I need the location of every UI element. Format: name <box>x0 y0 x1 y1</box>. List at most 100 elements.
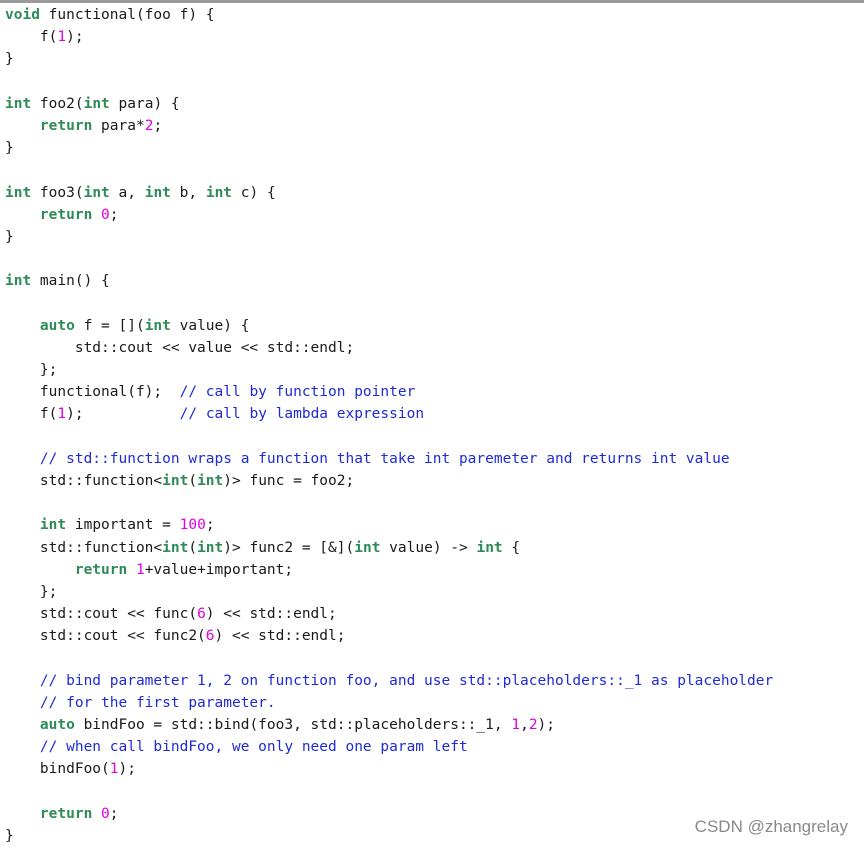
code-line: ​ <box>5 647 855 669</box>
code-line: auto bindFoo = std::bind(foo3, std::plac… <box>5 714 855 736</box>
code-line: }; <box>5 581 855 603</box>
code-text-token: bindFoo( <box>5 761 110 778</box>
code-text-token: ); <box>537 717 556 733</box>
comment-token: // call by lambda expression <box>179 406 425 423</box>
code-text-token: value) { <box>170 317 250 334</box>
code-text-token: )> func = foo2; <box>223 472 355 489</box>
code-text-token: b, <box>170 184 206 201</box>
code-text-token: )> func2 = [&]( <box>223 539 355 556</box>
code-text-token: bindFoo = std::bind(foo3, std::placehold… <box>74 717 512 733</box>
keyword-token: int <box>39 517 67 534</box>
code-line: int main() { <box>5 270 855 292</box>
code-line: f(1); // call by lambda expression <box>5 403 855 425</box>
code-text-token: std::cout << func2( <box>5 628 206 645</box>
code-line: bindFoo(1); <box>5 758 855 780</box>
code-text-token: functional(f); <box>5 384 180 401</box>
code-line: ​ <box>5 492 855 514</box>
code-line: int foo2(int para) { <box>5 93 855 115</box>
number-token: 6 <box>205 628 215 645</box>
keyword-token: auto <box>39 317 75 334</box>
code-text-token: ; <box>109 206 119 223</box>
code-line: ​ <box>5 159 855 181</box>
code-text-token: f( <box>5 29 58 46</box>
keyword-token: int <box>197 472 224 489</box>
code-text-token: ); <box>118 761 136 778</box>
code-text-token: foo3( <box>31 184 84 201</box>
code-line: // when call bindFoo, we only need one p… <box>5 736 855 758</box>
code-line: return 0; <box>5 204 855 226</box>
keyword-token: int <box>162 539 189 556</box>
keyword-token: int <box>5 184 32 201</box>
number-token: 1 <box>57 29 67 46</box>
keyword-token: return <box>39 206 93 223</box>
keyword-token: int <box>162 472 189 489</box>
number-token: 0 <box>101 206 110 223</box>
code-line: } <box>5 226 855 248</box>
code-text-token: , <box>520 717 529 733</box>
keyword-token: int <box>205 184 233 201</box>
code-text-token: } <box>5 228 14 245</box>
code-text-token: } <box>5 827 14 844</box>
keyword-token: int <box>5 95 32 112</box>
keyword-token: int <box>197 539 224 556</box>
keyword-token: return <box>39 117 93 134</box>
code-line: ​ <box>5 292 855 314</box>
number-token: 1 <box>57 406 67 423</box>
code-text-token: para* <box>92 117 145 134</box>
code-text-token: ( <box>188 472 198 489</box>
code-text-token: } <box>5 51 14 68</box>
code-line: return para*2; <box>5 115 855 137</box>
code-line: ​ <box>5 248 855 270</box>
code-line: ​ <box>5 426 855 448</box>
code-text-token: }; <box>5 362 58 378</box>
code-line: std::cout << func(6) << std::endl; <box>5 603 855 625</box>
comment-token: // for the first parameter. <box>39 694 276 711</box>
code-text-token: ( <box>188 539 198 556</box>
number-token: 1 <box>511 717 521 733</box>
code-text-token: important = <box>66 517 180 534</box>
code-text-token: { <box>502 539 521 556</box>
code-line: } <box>5 48 855 70</box>
code-line: // for the first parameter. <box>5 692 855 714</box>
code-editor[interactable]: void functional(foo f) { f(1);}​int foo2… <box>5 4 855 844</box>
keyword-token: int <box>354 539 381 556</box>
keyword-token: int <box>144 317 171 334</box>
comment-token: // std::function wraps a function that t… <box>39 450 730 467</box>
keyword-token: int <box>144 184 171 201</box>
code-text-token: value) -> <box>380 539 477 556</box>
code-text-token: }; <box>5 583 58 600</box>
code-text-token: ; <box>153 117 163 134</box>
code-text-token: } <box>5 140 14 157</box>
code-text-token: std::cout << value << std::endl; <box>5 339 355 356</box>
code-line: std::cout << value << std::endl; <box>5 337 855 359</box>
code-text-token: ); <box>66 406 180 423</box>
editor-top-border <box>0 0 864 3</box>
code-text-token: main() { <box>31 273 110 290</box>
code-line: void functional(foo f) { <box>5 4 855 26</box>
code-text-token: ) << std::endl; <box>205 606 337 623</box>
code-line: auto f = [](int value) { <box>5 315 855 337</box>
code-line: // bind parameter 1, 2 on function foo, … <box>5 670 855 692</box>
keyword-token: return <box>39 805 93 822</box>
comment-token: // when call bindFoo, we only need one p… <box>39 739 468 756</box>
code-text-token: std::function< <box>5 472 163 489</box>
code-line: }; <box>5 359 855 381</box>
code-line: int foo3(int a, int b, int c) { <box>5 182 855 204</box>
number-token: 100 <box>179 517 206 534</box>
number-token: 1 <box>109 761 119 778</box>
watermark-text: CSDN @zhangrelay <box>694 817 848 836</box>
keyword-token: int <box>5 273 32 290</box>
code-line: return 1+value+important; <box>5 559 855 581</box>
code-line: int important = 100; <box>5 514 855 536</box>
number-token: 2 <box>528 717 538 733</box>
comment-token: // bind parameter 1, 2 on function foo, … <box>39 672 774 689</box>
